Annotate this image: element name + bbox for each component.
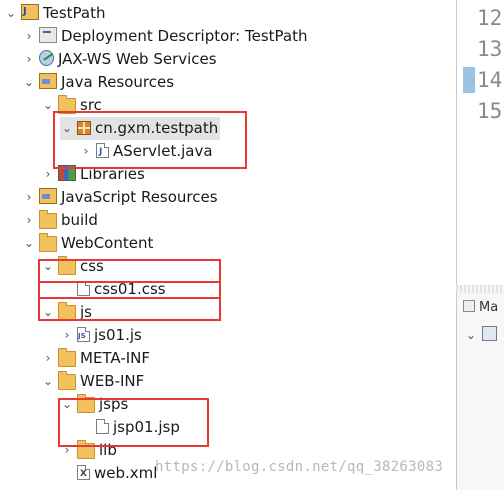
folder-icon (58, 348, 76, 367)
css-file-icon (77, 281, 90, 296)
expand-chevron-icon[interactable]: › (22, 25, 36, 48)
collapse-chevron-icon[interactable]: ⌄ (22, 71, 36, 94)
tree-item-build[interactable]: › build (22, 209, 98, 232)
folder-icon (58, 302, 76, 321)
expand-chevron-icon[interactable]: › (22, 186, 36, 209)
folder-icon (39, 210, 57, 229)
tree-item-src[interactable]: ⌄ src (41, 94, 102, 117)
tree-item-label: Deployment Descriptor: TestPath (61, 27, 308, 45)
collapse-chevron-icon[interactable]: ⌄ (60, 117, 74, 140)
tree-item-libraries[interactable]: › Libraries (41, 163, 145, 186)
tree-item-js01-js[interactable]: › js01.js (60, 324, 142, 348)
js-file-icon (77, 325, 90, 348)
tree-item-css[interactable]: ⌄ css (41, 255, 104, 278)
java-file-icon (96, 141, 109, 164)
xml-file-icon (77, 463, 90, 486)
panel-sash[interactable] (456, 285, 504, 293)
collapse-chevron-icon[interactable]: ⌄ (4, 2, 18, 25)
line-number: 13 (477, 37, 503, 61)
folder-icon (39, 233, 57, 252)
folder-icon (77, 394, 95, 413)
tree-item-aservlet-java[interactable]: › AServlet.java (79, 140, 213, 164)
expand-chevron-icon[interactable]: › (60, 324, 74, 347)
tree-item-js[interactable]: ⌄ js (41, 301, 92, 324)
line-number: 12 (477, 6, 503, 30)
servers-icon (482, 326, 498, 341)
line-number: 14 (477, 68, 503, 92)
expand-chevron-icon[interactable]: › (41, 163, 55, 186)
folder-icon (58, 371, 76, 390)
tree-item-label: cn.gxm.testpath (95, 119, 219, 137)
tree-item-label: JAX-WS Web Services (58, 50, 217, 68)
collapse-chevron-icon[interactable]: ⌄ (41, 255, 55, 278)
collapse-chevron-icon[interactable]: ⌄ (41, 370, 55, 393)
tree-item-webcontent[interactable]: ⌄ WebContent (22, 232, 153, 255)
tree-item-testpath[interactable]: ⌄ TestPath (4, 0, 106, 25)
folder-icon (77, 440, 95, 459)
tree-item-label: JavaScript Resources (61, 188, 218, 206)
tree-item-label: web.xml (94, 464, 158, 482)
tree-item-label: css01.css (94, 280, 166, 298)
tree-item-label: css (80, 257, 104, 275)
watermark-text: https://blog.csdn.net/qq_38263083 (155, 459, 444, 475)
tree-item-package-cn-gxm-testpath[interactable]: ⌄ cn.gxm.testpath (60, 117, 220, 140)
tree-item-label: build (61, 211, 98, 229)
expand-chevron-icon[interactable]: ⌄ (466, 328, 476, 342)
tree-item-meta-inf[interactable]: › META-INF (41, 347, 150, 370)
package-icon (77, 121, 91, 135)
webservice-icon (39, 50, 54, 66)
tree-item-label: jsps (99, 395, 129, 413)
tree-item-deployment-descriptor[interactable]: › Deployment Descriptor: TestPath (22, 25, 308, 48)
tree-item-label: AServlet.java (113, 142, 213, 160)
tree-item-label: Java Resources (61, 73, 175, 91)
tree-item-css01-css[interactable]: css01.css (60, 278, 166, 301)
tree-item-javascript-resources[interactable]: › JavaScript Resources (22, 186, 218, 209)
tree-item-label: TestPath (43, 4, 106, 22)
tree-item-jsps[interactable]: ⌄ jsps (60, 393, 128, 416)
tree-item-java-resources[interactable]: ⌄ Java Resources (22, 71, 174, 94)
tree-item-label: js01.js (94, 326, 142, 344)
js-resources-icon (39, 188, 57, 204)
source-folder-icon (58, 95, 76, 114)
collapse-chevron-icon[interactable]: ⌄ (60, 393, 74, 416)
expand-chevron-icon[interactable]: › (79, 140, 93, 163)
descriptor-icon (39, 27, 57, 43)
expand-chevron-icon[interactable]: › (22, 48, 36, 71)
project-icon (21, 0, 39, 23)
tree-item-jsp01-jsp[interactable]: jsp01.jsp (79, 416, 180, 439)
tree-item-web-inf[interactable]: ⌄ WEB-INF (41, 370, 144, 393)
panel-tab-icon (463, 300, 475, 312)
tree-item-label: js (80, 303, 92, 321)
expand-chevron-icon[interactable]: › (22, 209, 36, 232)
collapse-chevron-icon[interactable]: ⌄ (22, 232, 36, 255)
java-resources-icon (39, 73, 57, 89)
tree-item-jaxws-web-services[interactable]: › JAX-WS Web Services (22, 48, 217, 71)
expand-chevron-icon[interactable]: › (60, 439, 74, 462)
tree-item-label: META-INF (80, 349, 151, 367)
editor-area[interactable]: 12 13 14 15 (456, 0, 504, 285)
tree-item-label: src (80, 96, 102, 114)
project-explorer-tree: ⌄ TestPath › Deployment Descriptor: TestPa… (0, 0, 456, 490)
side-panel-tab[interactable]: Ma (463, 300, 498, 315)
tree-item-label: jsp01.jsp (113, 418, 180, 436)
tree-item-label: WebContent (61, 234, 154, 252)
collapse-chevron-icon[interactable]: ⌄ (41, 94, 55, 117)
collapse-chevron-icon[interactable]: ⌄ (41, 301, 55, 324)
tree-item-web-xml[interactable]: web.xml (60, 462, 158, 486)
folder-icon (58, 256, 76, 275)
side-panel-row[interactable]: ⌄ (466, 326, 502, 346)
tree-item-lib[interactable]: › lib (60, 439, 117, 462)
libraries-icon (58, 165, 76, 181)
line-number: 15 (477, 99, 503, 123)
tree-item-label: Libraries (80, 165, 145, 183)
tree-item-label: WEB-INF (80, 372, 145, 390)
current-line-marker (463, 67, 475, 93)
tree-item-label: lib (99, 441, 117, 459)
jsp-file-icon (96, 419, 109, 434)
expand-chevron-icon[interactable]: › (41, 347, 55, 370)
panel-tab-label: Ma (479, 300, 499, 315)
